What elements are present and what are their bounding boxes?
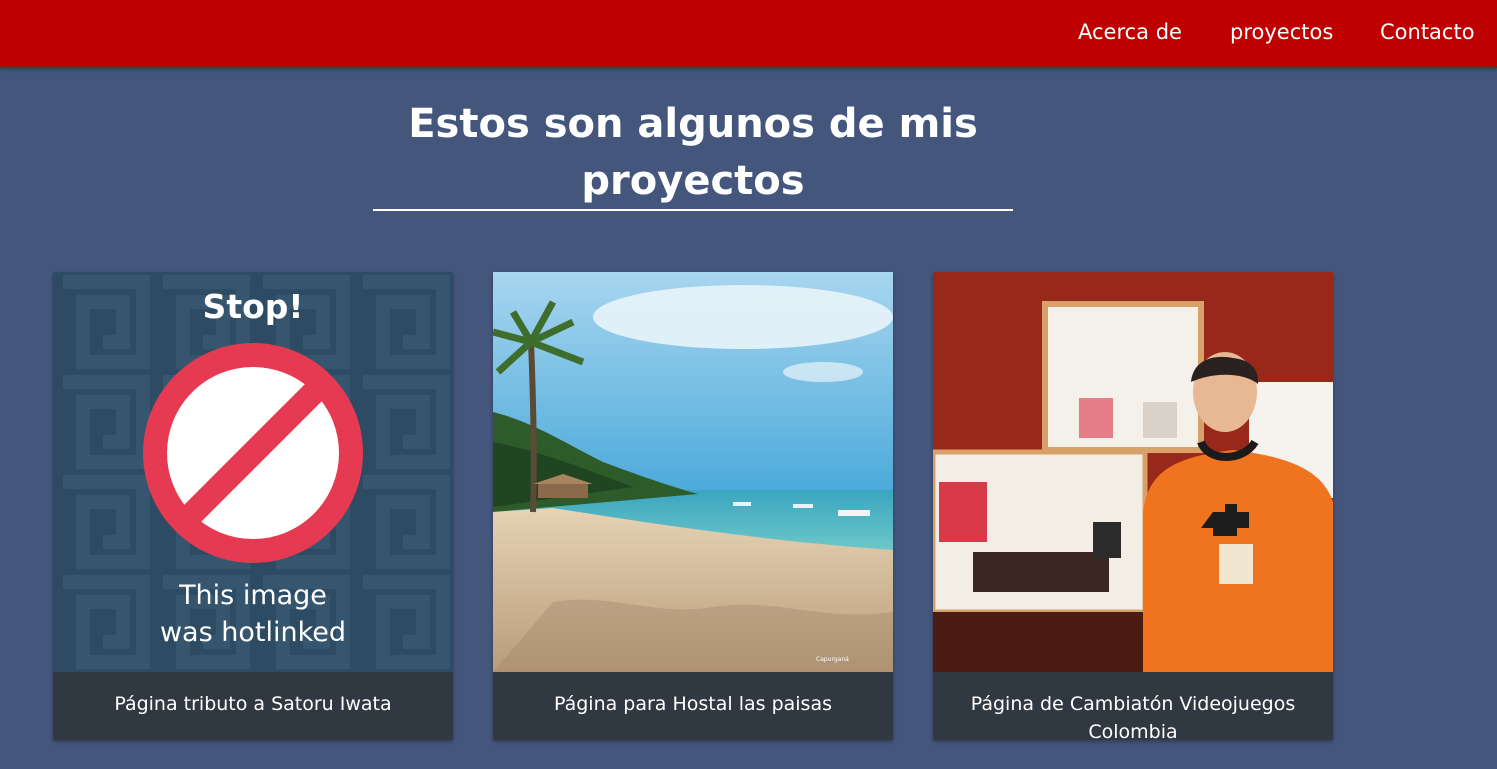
project-caption: Página para Hostal las paisas: [553, 693, 832, 715]
beach-watermark: Capurganá: [816, 656, 849, 663]
nav-link-contact[interactable]: Contacto: [1380, 18, 1475, 46]
prohibited-icon: [143, 343, 363, 563]
project-card-hostal[interactable]: Capurganá Página para Hostal las paisas: [493, 272, 893, 740]
title-underline: [373, 209, 1013, 211]
hotlink-line-1: This image: [178, 580, 327, 611]
section-title: Estos son algunos de mis proyectos: [408, 101, 978, 204]
project-card-cambiaton[interactable]: Página de Cambiatón Videojuegos Colombia: [933, 272, 1333, 743]
navbar: Acerca de proyectos Contacto: [0, 0, 1497, 68]
nav-link-about[interactable]: Acerca de: [1078, 18, 1182, 46]
project-caption: Página tributo a Satoru Iwata: [114, 693, 392, 715]
project-thumbnail-beach: Capurganá: [493, 272, 893, 672]
nav-link-projects[interactable]: proyectos: [1230, 18, 1333, 46]
hotlink-heading: Stop!: [203, 287, 304, 326]
project-thumbnail-person-exhibit: [933, 272, 1333, 672]
project-card-iwata[interactable]: Stop! This image was hotlinked Página tr…: [53, 272, 453, 740]
hotlink-line-2: was hotlinked: [160, 617, 346, 648]
project-thumbnail-hotlink-placeholder: Stop! This image was hotlinked: [53, 272, 453, 672]
project-caption: Página de Cambiatón Videojuegos Colombia: [970, 693, 1296, 743]
